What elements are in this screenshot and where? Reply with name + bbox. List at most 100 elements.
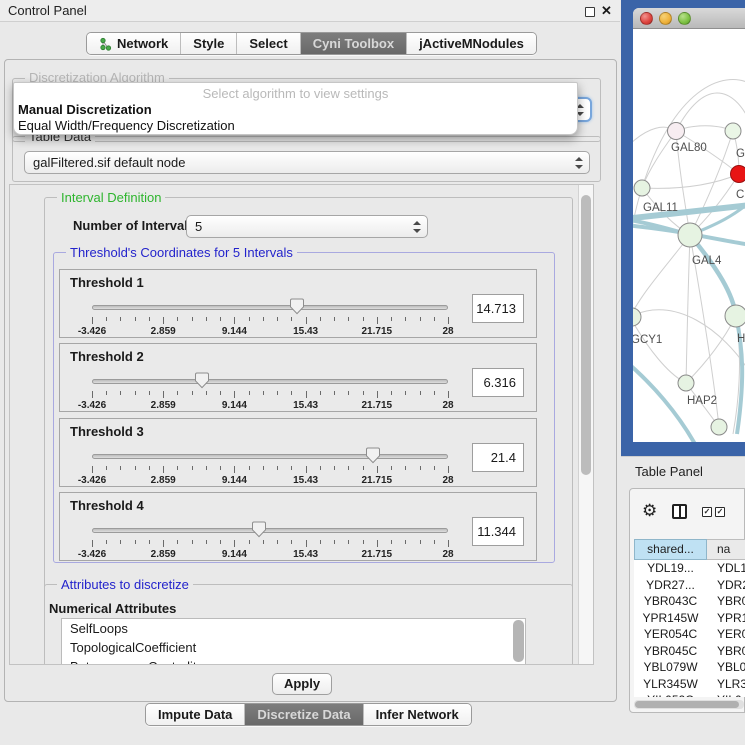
slider-ticks xyxy=(92,540,448,548)
attribute-list-item[interactable]: BetweennessCentrality xyxy=(62,657,525,665)
threshold-4-value[interactable]: 11.344 xyxy=(472,517,524,546)
threshold-2-slider[interactable]: -3.4262.8599.14415.4321.71528 xyxy=(92,372,448,410)
table-row[interactable]: YIL052CYIL0 xyxy=(634,692,745,697)
network-window-frame[interactable]: GAL80GACGAL11GAL4GCY1HHAP2 xyxy=(621,0,745,456)
close-icon[interactable]: ✕ xyxy=(601,3,612,19)
network-node[interactable] xyxy=(725,123,741,139)
gear-icon[interactable]: ⚙ xyxy=(642,502,657,519)
network-window-titlebar[interactable] xyxy=(633,8,745,29)
table-h-scrollbar-thumb[interactable] xyxy=(635,701,739,708)
cell-shared-name[interactable]: YBR045C xyxy=(634,643,707,660)
attribute-list-item[interactable]: SelfLoops xyxy=(62,619,525,638)
tab-style[interactable]: Style xyxy=(181,33,237,54)
table-row[interactable]: YLR345WYLR3 xyxy=(634,676,745,693)
slider-track[interactable] xyxy=(92,305,448,310)
header-cell-name[interactable]: na xyxy=(707,539,745,560)
network-node[interactable] xyxy=(668,123,685,140)
network-node[interactable] xyxy=(725,305,745,327)
results-table[interactable]: shared... na YDL19...YDL1YDR27...YDR2YBR… xyxy=(634,539,745,697)
slider-ticks xyxy=(92,391,448,399)
tick-mark xyxy=(348,391,349,395)
threshold-4-slider[interactable]: -3.4262.8599.14415.4321.71528 xyxy=(92,521,448,559)
tick-mark xyxy=(320,391,321,395)
tick-mark xyxy=(391,466,392,470)
traffic-light-close-icon[interactable] xyxy=(640,12,653,25)
tab-select[interactable]: Select xyxy=(237,33,300,54)
threshold-2-value[interactable]: 6.316 xyxy=(472,368,524,397)
slider-track[interactable] xyxy=(92,528,448,533)
cell-name[interactable]: YPR1 xyxy=(707,610,745,627)
header-cell-shared-name[interactable]: shared... xyxy=(634,539,707,560)
tab-discretize-data[interactable]: Discretize Data xyxy=(245,704,363,725)
table-row[interactable]: YBR045CYBR0 xyxy=(634,643,745,660)
threshold-1-slider[interactable]: -3.4262.8599.14415.4321.71528 xyxy=(92,298,448,336)
apply-button[interactable]: Apply xyxy=(272,673,332,695)
network-node[interactable] xyxy=(731,166,745,183)
cell-name[interactable]: YBL0 xyxy=(707,659,745,676)
table-row[interactable]: YDL19...YDL1 xyxy=(634,560,745,577)
threshold-3-value[interactable]: 21.4 xyxy=(472,443,524,472)
tick-mark xyxy=(206,391,207,395)
cell-shared-name[interactable]: YIL052C xyxy=(634,692,707,697)
cell-name[interactable]: YLR3 xyxy=(707,676,745,693)
traffic-light-zoom-icon[interactable] xyxy=(678,12,691,25)
checkbox-icon[interactable]: ✓ xyxy=(702,507,712,517)
num-intervals-combo[interactable]: 5 xyxy=(186,215,428,238)
popup-option-equal-width[interactable]: Equal Width/Frequency Discretization xyxy=(18,118,235,133)
attributes-list-scrollbar[interactable] xyxy=(513,620,524,662)
slider-track[interactable] xyxy=(92,379,448,384)
checkbox-icon[interactable]: ✓ xyxy=(715,507,725,517)
cell-name[interactable]: YDL1 xyxy=(707,560,745,577)
popup-option-manual[interactable]: Manual Discretization xyxy=(18,102,152,117)
table-row[interactable]: YBR043CYBR0 xyxy=(634,593,745,610)
table-h-scrollbar[interactable] xyxy=(634,700,744,709)
cell-shared-name[interactable]: YPR145W xyxy=(634,610,707,627)
columns-icon[interactable] xyxy=(672,504,687,519)
slider-track[interactable] xyxy=(92,454,448,459)
network-node[interactable] xyxy=(634,180,650,196)
slider-thumb[interactable] xyxy=(252,521,267,538)
threshold-1-value[interactable]: 14.713 xyxy=(472,294,524,323)
settings-scrollbar-thumb[interactable] xyxy=(581,195,591,475)
attribute-list-item[interactable]: TopologicalCoefficient xyxy=(62,638,525,657)
float-window-icon[interactable] xyxy=(585,7,595,17)
threshold-3-slider[interactable]: -3.4262.8599.14415.4321.71528 xyxy=(92,447,448,485)
slider-thumb[interactable] xyxy=(366,447,381,464)
cell-shared-name[interactable]: YLR345W xyxy=(634,676,707,693)
cell-name[interactable]: YBR0 xyxy=(707,643,745,660)
tab-infer-network[interactable]: Infer Network xyxy=(364,704,471,725)
slider-thumb[interactable] xyxy=(290,298,305,315)
cell-name[interactable]: YBR0 xyxy=(707,593,745,610)
slider-thumb[interactable] xyxy=(195,372,210,389)
tab-cyni-toolbox[interactable]: Cyni Toolbox xyxy=(301,33,407,54)
network-canvas[interactable]: GAL80GACGAL11GAL4GCY1HHAP2 xyxy=(633,29,745,442)
thresholds-group-title: Threshold's Coordinates for 5 Intervals xyxy=(66,245,297,260)
tick-label: 2.859 xyxy=(151,326,176,337)
tab-network[interactable]: Network xyxy=(87,33,181,54)
cell-shared-name[interactable]: YER054C xyxy=(634,626,707,643)
table-row[interactable]: YPR145WYPR1 xyxy=(634,610,745,627)
table-row[interactable]: YBL079WYBL0 xyxy=(634,659,745,676)
network-node[interactable] xyxy=(678,375,694,391)
cell-shared-name[interactable]: YDL19... xyxy=(634,560,707,577)
table-data-combo[interactable]: galFiltered.sif default node xyxy=(24,151,590,174)
attributes-list[interactable]: SelfLoopsTopologicalCoefficientBetweenne… xyxy=(61,618,526,665)
cell-shared-name[interactable]: YDR27... xyxy=(634,577,707,594)
table-row[interactable]: YDR27...YDR2 xyxy=(634,577,745,594)
tick-mark xyxy=(120,391,121,395)
cell-name[interactable]: YDR2 xyxy=(707,577,745,594)
cell-name[interactable]: YER0 xyxy=(707,626,745,643)
cell-name[interactable]: YIL0 xyxy=(707,692,745,697)
tab-impute-data[interactable]: Impute Data xyxy=(146,704,245,725)
tab-jactivemnodules[interactable]: jActiveMNodules xyxy=(407,33,536,54)
tick-mark xyxy=(434,540,435,544)
traffic-light-minimize-icon[interactable] xyxy=(659,12,672,25)
cell-shared-name[interactable]: YBL079W xyxy=(634,659,707,676)
settings-scrollbar[interactable] xyxy=(578,185,593,664)
network-node[interactable] xyxy=(633,308,641,326)
table-row[interactable]: YER054CYER0 xyxy=(634,626,745,643)
cell-shared-name[interactable]: YBR043C xyxy=(634,593,707,610)
network-node[interactable] xyxy=(711,419,727,435)
threshold-3-label: Threshold 3 xyxy=(70,424,144,439)
network-node[interactable] xyxy=(678,223,702,247)
